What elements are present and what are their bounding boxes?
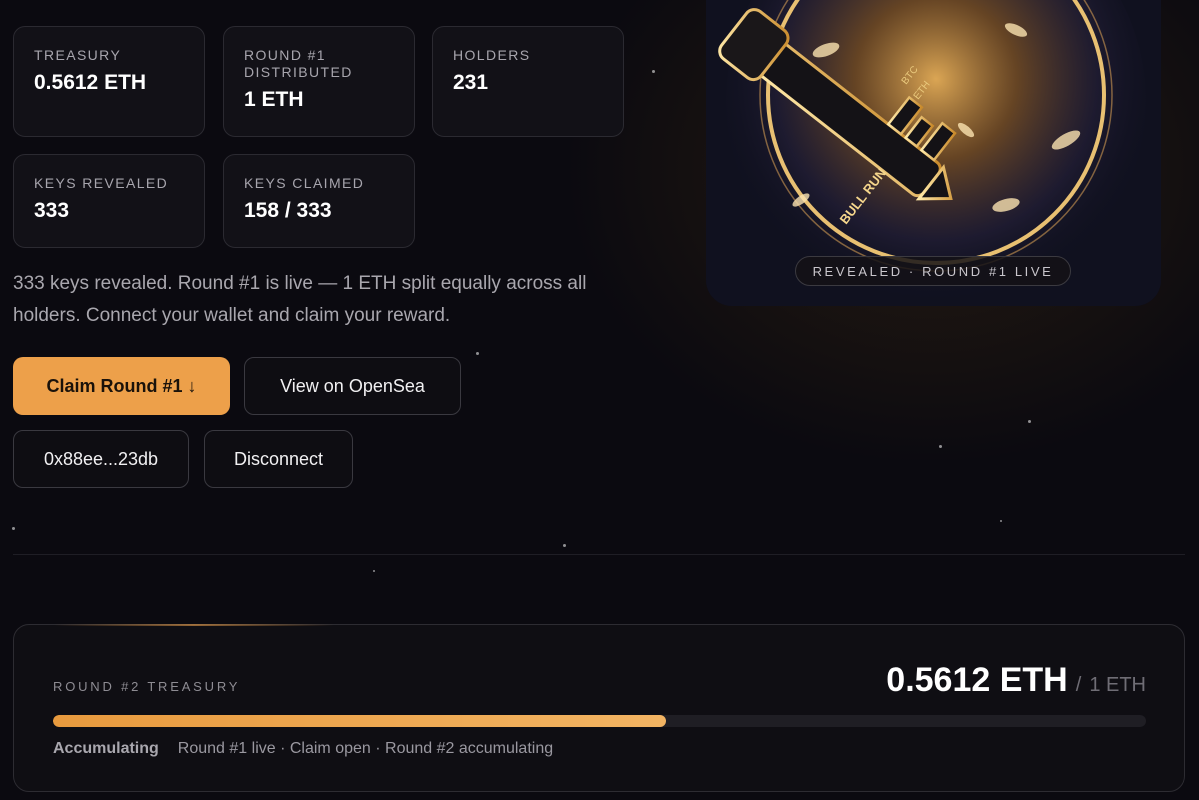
stat-label: HOLDERS [453, 47, 531, 63]
claim-round-button[interactable]: Claim Round #1 ↓ [13, 357, 230, 415]
stat-label: KEYS REVEALED [34, 175, 169, 191]
stat-label: TREASURY [34, 47, 122, 63]
stat-card-round1-distributed: ROUND #1 DISTRIBUTED 1 ETH [223, 26, 415, 137]
star [939, 445, 942, 448]
round2-target: 1 ETH [1089, 674, 1146, 696]
round2-treasury-label: ROUND #2 TREASURY [53, 679, 241, 694]
round2-status-text: Round #1 live · Claim open · Round #2 ac… [177, 740, 554, 757]
round2-progress-fill [53, 715, 667, 727]
stat-card-treasury: TREASURY 0.5612 ETH [13, 26, 205, 137]
stat-value: 231 [453, 71, 489, 94]
star [563, 544, 566, 547]
page: TREASURY 0.5612 ETH ROUND #1 DISTRIBUTED… [0, 0, 1199, 800]
card-glow [54, 624, 334, 626]
key-artwork: BTC ETH BULL RUN REVEALED · ROUND #1 LIV… [706, 0, 1161, 306]
round2-status: Accumulating Round #1 live · Claim open … [53, 740, 553, 758]
round2-progress-bar [53, 715, 1146, 727]
view-on-opensea-button[interactable]: View on OpenSea [244, 357, 461, 415]
round2-value: 0.5612 ETH [886, 661, 1068, 699]
star [373, 570, 375, 572]
wallet-address-button[interactable]: 0x88ee...23db [13, 430, 189, 488]
disconnect-button[interactable]: Disconnect [204, 430, 353, 488]
stat-value: 158 / 333 [244, 199, 332, 222]
round2-separator: / [1075, 674, 1082, 696]
round2-amount: 0.5612 ETH / 1 ETH [886, 661, 1146, 700]
stat-label: KEYS CLAIMED [244, 175, 365, 191]
stat-card-keys-claimed: KEYS CLAIMED 158 / 333 [223, 154, 415, 248]
section-divider [13, 554, 1185, 555]
round2-status-label: Accumulating [53, 740, 159, 757]
stat-card-keys-revealed: KEYS REVEALED 333 [13, 154, 205, 248]
stat-card-holders: HOLDERS 231 [432, 26, 624, 137]
stat-value: 0.5612 ETH [34, 71, 147, 94]
star [1000, 520, 1002, 522]
star [476, 352, 479, 355]
description: 333 keys revealed. Round #1 is live — 1 … [13, 273, 587, 326]
stat-value: 1 ETH [244, 88, 304, 111]
stat-value: 333 [34, 199, 70, 222]
star [652, 70, 655, 73]
star [12, 527, 15, 530]
star [1028, 420, 1031, 423]
stat-label: ROUND #1 DISTRIBUTED [244, 47, 353, 80]
round2-treasury-card: ROUND #2 TREASURY 0.5612 ETH / 1 ETH Acc… [13, 624, 1185, 792]
revealed-status-badge: REVEALED · ROUND #1 LIVE [795, 256, 1071, 286]
